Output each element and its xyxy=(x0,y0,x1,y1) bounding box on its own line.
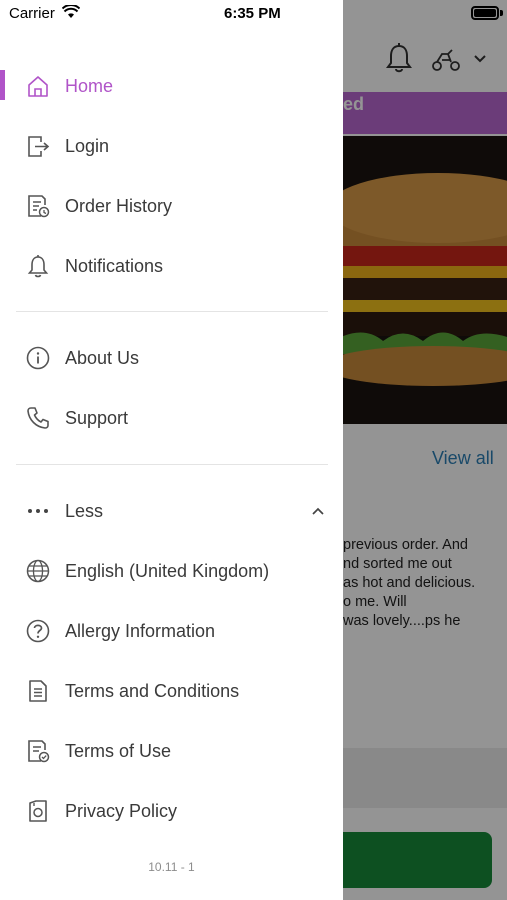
menu-item-login[interactable]: Login xyxy=(0,118,343,174)
wifi-icon xyxy=(62,5,80,18)
menu-item-about-us[interactable]: About Us xyxy=(0,330,343,386)
menu-item-less[interactable]: Less xyxy=(0,483,343,539)
app-version: 10.11 - 1 xyxy=(148,860,195,874)
document-icon xyxy=(24,677,52,705)
menu-item-order-history[interactable]: Order History xyxy=(0,178,343,234)
chevron-up-icon xyxy=(312,507,324,515)
question-icon xyxy=(24,617,52,645)
menu-item-label: Privacy Policy xyxy=(65,800,178,821)
menu-item-notifications[interactable]: Notifications xyxy=(0,238,343,294)
drawer-scrim[interactable] xyxy=(343,0,507,900)
status-time: 6:35 PM xyxy=(224,5,281,22)
carrier-label: Carrier xyxy=(9,5,55,22)
login-icon xyxy=(24,132,52,160)
globe-icon xyxy=(24,557,52,585)
menu-divider xyxy=(16,464,328,465)
menu-item-label: Order History xyxy=(65,195,173,216)
menu-item-label: Terms of Use xyxy=(65,740,172,761)
menu-divider xyxy=(16,311,328,312)
menu-item-label: Terms and Conditions xyxy=(65,680,240,701)
menu-item-support[interactable]: Support xyxy=(0,390,343,446)
menu-item-label: Less xyxy=(65,500,104,521)
menu-item-label: Notifications xyxy=(65,255,164,276)
bell-icon xyxy=(24,252,52,280)
order-history-icon xyxy=(24,192,52,220)
menu-item-label: Allergy Information xyxy=(65,620,216,641)
document-check-icon xyxy=(24,737,52,765)
privacy-icon xyxy=(24,797,52,825)
menu-item-allergy-information[interactable]: Allergy Information xyxy=(0,603,343,659)
menu-item-terms-and-conditions[interactable]: Terms and Conditions xyxy=(0,663,343,719)
battery-icon xyxy=(471,6,499,20)
phone-icon xyxy=(24,404,52,432)
side-drawer: Carrier 6:35 PM Home Login Order History xyxy=(0,0,343,900)
home-icon xyxy=(24,72,52,100)
menu-item-privacy-policy[interactable]: Privacy Policy xyxy=(0,783,343,839)
menu-item-terms-of-use[interactable]: Terms of Use xyxy=(0,723,343,779)
more-dots-icon xyxy=(24,497,52,525)
battery-tip xyxy=(500,10,503,16)
menu-item-label: Login xyxy=(65,135,110,156)
menu-item-label: English (United Kingdom) xyxy=(65,560,270,581)
menu-item-label: Support xyxy=(65,407,129,428)
menu-item-label: About Us xyxy=(65,347,140,368)
menu-item-language[interactable]: English (United Kingdom) xyxy=(0,543,343,599)
menu-item-label: Home xyxy=(65,75,114,96)
info-icon xyxy=(24,344,52,372)
status-bar: Carrier 6:35 PM xyxy=(0,0,343,28)
menu-item-home[interactable]: Home xyxy=(0,58,343,114)
